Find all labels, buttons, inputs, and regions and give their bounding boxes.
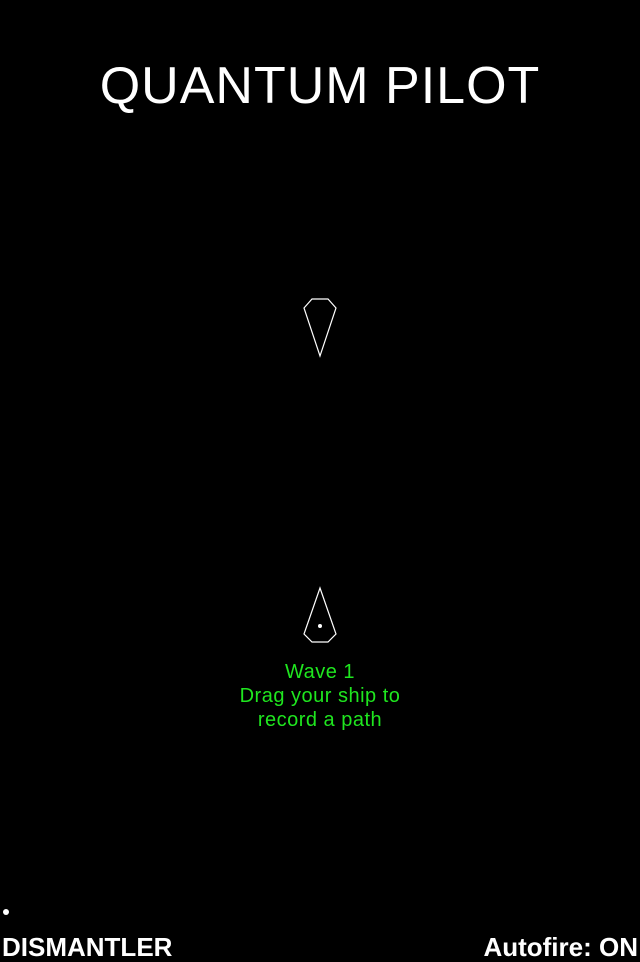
wave-message: Wave 1 Drag your ship to record a path <box>0 660 640 732</box>
instruction-line-1: Drag your ship to <box>239 685 401 707</box>
wave-label: Wave 1 <box>284 661 356 683</box>
enemy-ship-icon <box>303 298 337 358</box>
autofire-toggle[interactable]: Autofire: ON <box>483 932 638 962</box>
game-title: QUANTUM PILOT <box>99 57 541 115</box>
instruction-line-2: record a path <box>257 709 383 731</box>
weapon-button[interactable]: DISMANTLER <box>2 932 172 962</box>
life-dot-icon <box>3 909 9 915</box>
player-ship-icon[interactable] <box>300 586 340 646</box>
